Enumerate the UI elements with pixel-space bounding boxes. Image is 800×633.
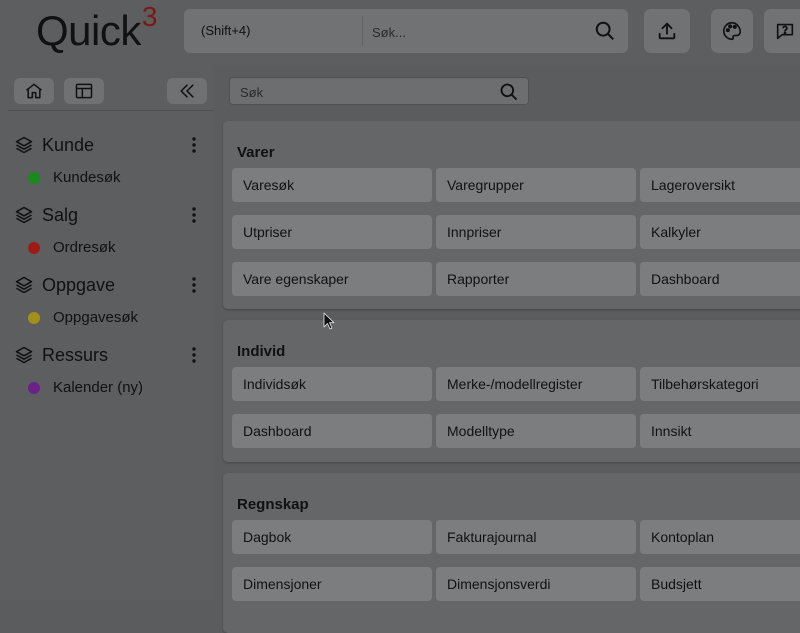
more-vertical-icon[interactable] [186,134,202,156]
module-search-bar [229,77,529,105]
status-dot [28,312,40,324]
sidebar-item-oppgavesok[interactable]: Oppgavesøk [28,308,208,328]
sidebar-section-label: Ressurs [42,345,109,365]
tile-utpriser[interactable]: Utpriser [232,215,432,249]
sidebar-section-label: Oppgave [42,275,116,295]
home-button[interactable] [14,78,54,104]
palette-icon [721,20,743,42]
upload-icon [656,20,678,42]
sidebar-item-oppgave[interactable]: Oppgave [14,274,210,296]
tile-kontoplan[interactable]: Kontoplan [640,520,800,554]
tile-dimensjoner[interactable]: Dimensjoner [232,567,432,601]
more-vertical-icon[interactable] [186,344,202,366]
global-search-bar: (Shift+4) [184,9,628,53]
sidebar-section-ressurs: Ressurs Kalender (ny) [0,344,214,414]
layers-icon [14,135,34,155]
card-varer: Varer Varesøk Varegrupper Lageroversikt … [223,121,800,309]
search-shortcut-label: (Shift+4) [201,23,251,38]
sidebar-subitem-label: Ordresøk [53,239,116,256]
collapse-sidebar-button[interactable] [167,78,207,104]
upload-button[interactable] [644,9,690,53]
tile-rapporter[interactable]: Rapporter [436,262,636,296]
tile-budsjett[interactable]: Budsjett [640,567,800,601]
more-vertical-icon[interactable] [186,274,202,296]
sidebar-item-kalender[interactable]: Kalender (ny) [28,378,208,398]
search-icon[interactable] [594,20,616,42]
tile-fakturajournal[interactable]: Fakturajournal [436,520,636,554]
tile-tilbehorskategori[interactable]: Tilbehørskategori [640,367,800,401]
tile-innpriser[interactable]: Innpriser [436,215,636,249]
home-icon [24,81,44,101]
theme-button[interactable] [711,9,753,53]
tile-individsok[interactable]: Individsøk [232,367,432,401]
logo-text: Quick [36,7,141,54]
tile-vare-egenskaper[interactable]: Vare egenskaper [232,262,432,296]
help-button[interactable] [764,9,800,53]
help-icon [774,20,796,42]
layers-icon [14,345,34,365]
card-regnskap: Regnskap Dagbok Fakturajournal Kontoplan… [223,473,800,633]
mouse-cursor-icon [323,312,335,330]
sidebar-subitem-label: Oppgavesøk [53,309,139,326]
tile-lageroversikt[interactable]: Lageroversikt [640,168,800,202]
tile-merke-modellregister[interactable]: Merke-/modellregister [436,367,636,401]
layout-button[interactable] [64,78,104,104]
status-dot [28,172,40,184]
app-header: Quick3 (Shift+4) [0,0,800,66]
card-title: Regnskap [237,496,309,513]
tile-kalkyler[interactable]: Kalkyler [640,215,800,249]
tile-dashboard[interactable]: Dashboard [232,414,432,448]
main-content: Varer Varesøk Varegrupper Lageroversikt … [214,66,800,633]
sidebar-subitem-label: Kalender (ny) [53,379,144,396]
sidebar: Kunde Kundesøk Salg Ordresøk Oppgave Opp… [0,66,214,600]
sidebar-section-salg: Salg Ordresøk [0,204,214,274]
layers-icon [14,275,34,295]
status-dot [28,382,40,394]
global-search-input[interactable] [370,19,594,45]
status-dot [28,242,40,254]
search-icon[interactable] [498,81,520,103]
sidebar-item-kundesok[interactable]: Kundesøk [28,168,208,188]
search-divider [362,16,363,46]
sidebar-item-salg[interactable]: Salg [14,204,210,226]
sidebar-item-ressurs[interactable]: Ressurs [14,344,210,366]
tile-dashboard[interactable]: Dashboard [640,262,800,296]
tile-varegrupper[interactable]: Varegrupper [436,168,636,202]
sidebar-section-label: Salg [42,205,79,225]
more-vertical-icon[interactable] [186,204,202,226]
layers-icon [14,205,34,225]
layout-icon [74,81,94,101]
tile-varesok[interactable]: Varesøk [232,168,432,202]
tile-dimensjonsverdi[interactable]: Dimensjonsverdi [436,567,636,601]
sidebar-section-label: Kunde [42,135,95,155]
sidebar-item-ordresok[interactable]: Ordresøk [28,238,208,258]
tile-dagbok[interactable]: Dagbok [232,520,432,554]
sidebar-toolbar [8,74,214,111]
tile-innsikt[interactable]: Innsikt [640,414,800,448]
module-search-input[interactable] [238,81,482,103]
app-logo[interactable]: Quick3 [36,3,157,54]
tile-modelltype[interactable]: Modelltype [436,414,636,448]
sidebar-section-oppgave: Oppgave Oppgavesøk [0,274,214,344]
card-title: Varer [237,144,275,161]
card-title: Individ [237,343,286,360]
sidebar-section-kunde: Kunde Kundesøk [0,134,214,204]
card-individ: Individ Individsøk Merke-/modellregister… [223,320,800,462]
logo-superscript: 3 [141,1,158,32]
sidebar-subitem-label: Kundesøk [53,169,121,186]
sidebar-item-kunde[interactable]: Kunde [14,134,210,156]
collapse-icon [177,81,197,101]
